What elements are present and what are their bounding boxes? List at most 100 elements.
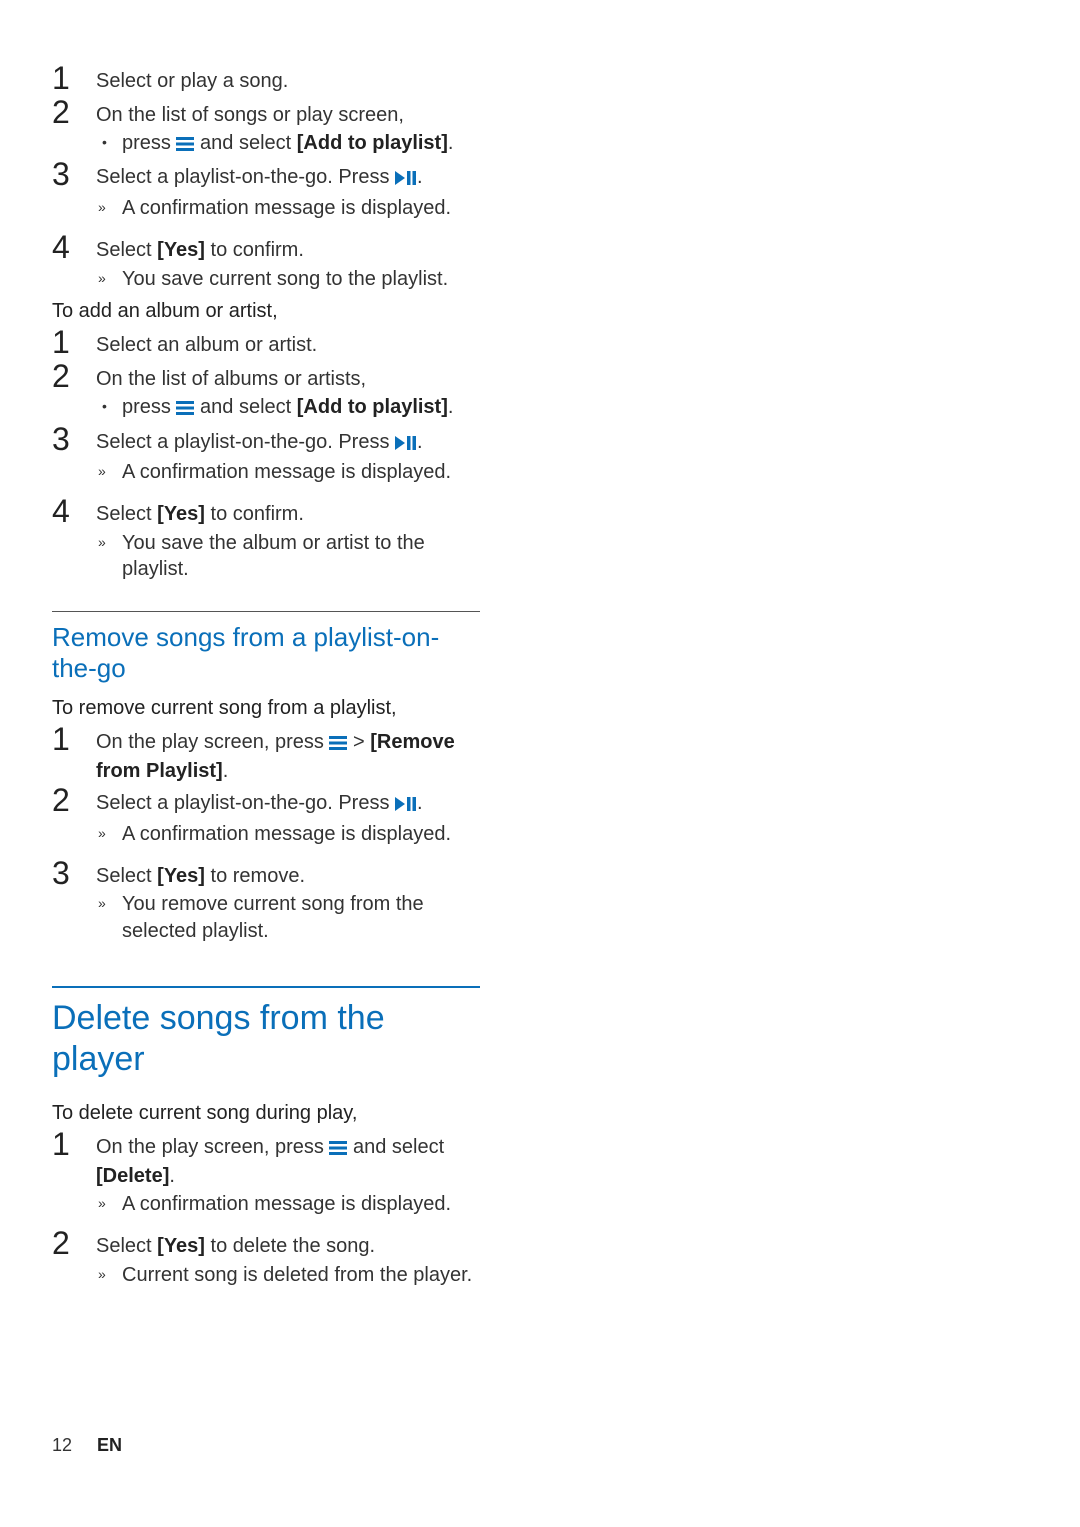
step-number: 2 (52, 1227, 96, 1288)
step-text: On the list of albums or artists, (96, 368, 366, 390)
result-text: Current song is deleted from the player. (122, 1262, 480, 1288)
text: On the play screen, press (96, 1136, 329, 1158)
step-number: 2 (52, 96, 96, 159)
step-number: 4 (52, 231, 96, 292)
remove-step-1: 1 On the play screen, press > [Remove fr… (52, 723, 480, 784)
result-text: You remove current song from the selecte… (122, 891, 480, 944)
menu-icon (329, 731, 347, 757)
remove-heading: Remove songs from a playlist-on-the-go (52, 622, 480, 685)
result-row: » A confirmation message is displayed. (96, 1191, 480, 1217)
text: On the play screen, press (96, 731, 329, 753)
step-body: On the list of albums or artists, • pres… (96, 360, 480, 423)
play-pause-icon (395, 792, 417, 818)
delete-lead: To delete current song during play, (52, 1100, 480, 1126)
delete-step-1: 1 On the play screen, press and select [… (52, 1128, 480, 1217)
play-pause-icon (395, 166, 417, 192)
text: Select a playlist-on-the-go. Press (96, 166, 395, 188)
bullet-text: press and select [Add to playlist]. (122, 394, 480, 422)
result-row: » A confirmation message is displayed. (96, 195, 480, 221)
page-footer: 12 EN (52, 1435, 122, 1456)
step-body: Select [Yes] to delete the song. » Curre… (96, 1227, 480, 1288)
result-marker: » (96, 195, 122, 221)
text: Select (96, 865, 157, 887)
bold-text: [Delete] (96, 1165, 169, 1187)
album-step-4: 4 Select [Yes] to confirm. » You save th… (52, 495, 480, 582)
result-marker: » (96, 266, 122, 292)
step-body: Select a playlist-on-the-go. Press . » A… (96, 158, 480, 221)
step-body: On the list of songs or play screen, • p… (96, 96, 480, 159)
text: press (122, 132, 176, 154)
text: . (417, 792, 423, 814)
step-body: Select [Yes] to remove. » You remove cur… (96, 857, 480, 944)
bullet-row: • press and select [Add to playlist]. (96, 130, 480, 158)
step-text: On the list of songs or play screen, (96, 104, 404, 126)
text: . (417, 431, 423, 453)
step-text: Select an album or artist. (96, 326, 480, 360)
bold-text: [Yes] (157, 865, 205, 887)
text: . (169, 1165, 175, 1187)
menu-icon (176, 396, 194, 422)
page-number: 12 (52, 1435, 72, 1455)
section-rule-thin (52, 611, 480, 612)
result-row: » You save the album or artist to the pl… (96, 530, 480, 583)
page-column: 1 Select or play a song. 2 On the list o… (0, 0, 540, 1338)
text: . (223, 760, 229, 782)
text: > (347, 731, 370, 753)
bullet-text: press and select [Add to playlist]. (122, 130, 480, 158)
menu-icon (176, 132, 194, 158)
text: . (448, 396, 454, 418)
step-number: 1 (52, 326, 96, 360)
song-step-1: 1 Select or play a song. (52, 62, 480, 96)
delete-step-2: 2 Select [Yes] to delete the song. » Cur… (52, 1227, 480, 1288)
step-number: 3 (52, 423, 96, 486)
result-marker: » (96, 821, 122, 847)
text: to remove. (205, 865, 305, 887)
song-step-3: 3 Select a playlist-on-the-go. Press . »… (52, 158, 480, 221)
result-row: » A confirmation message is displayed. (96, 459, 480, 485)
result-text: You save current song to the playlist. (122, 266, 480, 292)
song-step-4: 4 Select [Yes] to confirm. » You save cu… (52, 231, 480, 292)
play-pause-icon (395, 431, 417, 457)
text: to confirm. (205, 239, 304, 261)
result-text: A confirmation message is displayed. (122, 195, 480, 221)
result-text: A confirmation message is displayed. (122, 1191, 480, 1217)
bold-text: [Add to playlist] (297, 132, 448, 154)
step-body: Select [Yes] to confirm. » You save the … (96, 495, 480, 582)
remove-step-3: 3 Select [Yes] to remove. » You remove c… (52, 857, 480, 944)
album-step-2: 2 On the list of albums or artists, • pr… (52, 360, 480, 423)
text: Select a playlist-on-the-go. Press (96, 792, 395, 814)
text: and select (194, 132, 296, 154)
step-number: 2 (52, 360, 96, 423)
step-body: On the play screen, press > [Remove from… (96, 723, 480, 784)
section-rule-thick (52, 986, 480, 988)
text: Select a playlist-on-the-go. Press (96, 431, 395, 453)
step-number: 3 (52, 158, 96, 221)
step-number: 3 (52, 857, 96, 944)
album-lead: To add an album or artist, (52, 298, 480, 324)
result-marker: » (96, 1262, 122, 1288)
bullet-marker: • (96, 130, 122, 158)
result-marker: » (96, 459, 122, 485)
step-number: 4 (52, 495, 96, 582)
album-step-3: 3 Select a playlist-on-the-go. Press . »… (52, 423, 480, 486)
result-text: You save the album or artist to the play… (122, 530, 480, 583)
step-number: 1 (52, 62, 96, 96)
text: Select (96, 1235, 157, 1257)
text: press (122, 396, 176, 418)
text: Select (96, 503, 157, 525)
text: . (448, 132, 454, 154)
menu-icon (329, 1136, 347, 1162)
result-text: A confirmation message is displayed. (122, 459, 480, 485)
bullet-marker: • (96, 394, 122, 422)
text: to confirm. (205, 503, 304, 525)
result-row: » A confirmation message is displayed. (96, 821, 480, 847)
text: . (417, 166, 423, 188)
bold-text: [Yes] (157, 239, 205, 261)
step-number: 1 (52, 1128, 96, 1217)
bold-text: [Add to playlist] (297, 396, 448, 418)
step-body: Select [Yes] to confirm. » You save curr… (96, 231, 480, 292)
text: and select (194, 396, 296, 418)
result-row: » You save current song to the playlist. (96, 266, 480, 292)
step-number: 1 (52, 723, 96, 784)
step-text: Select or play a song. (96, 62, 480, 96)
